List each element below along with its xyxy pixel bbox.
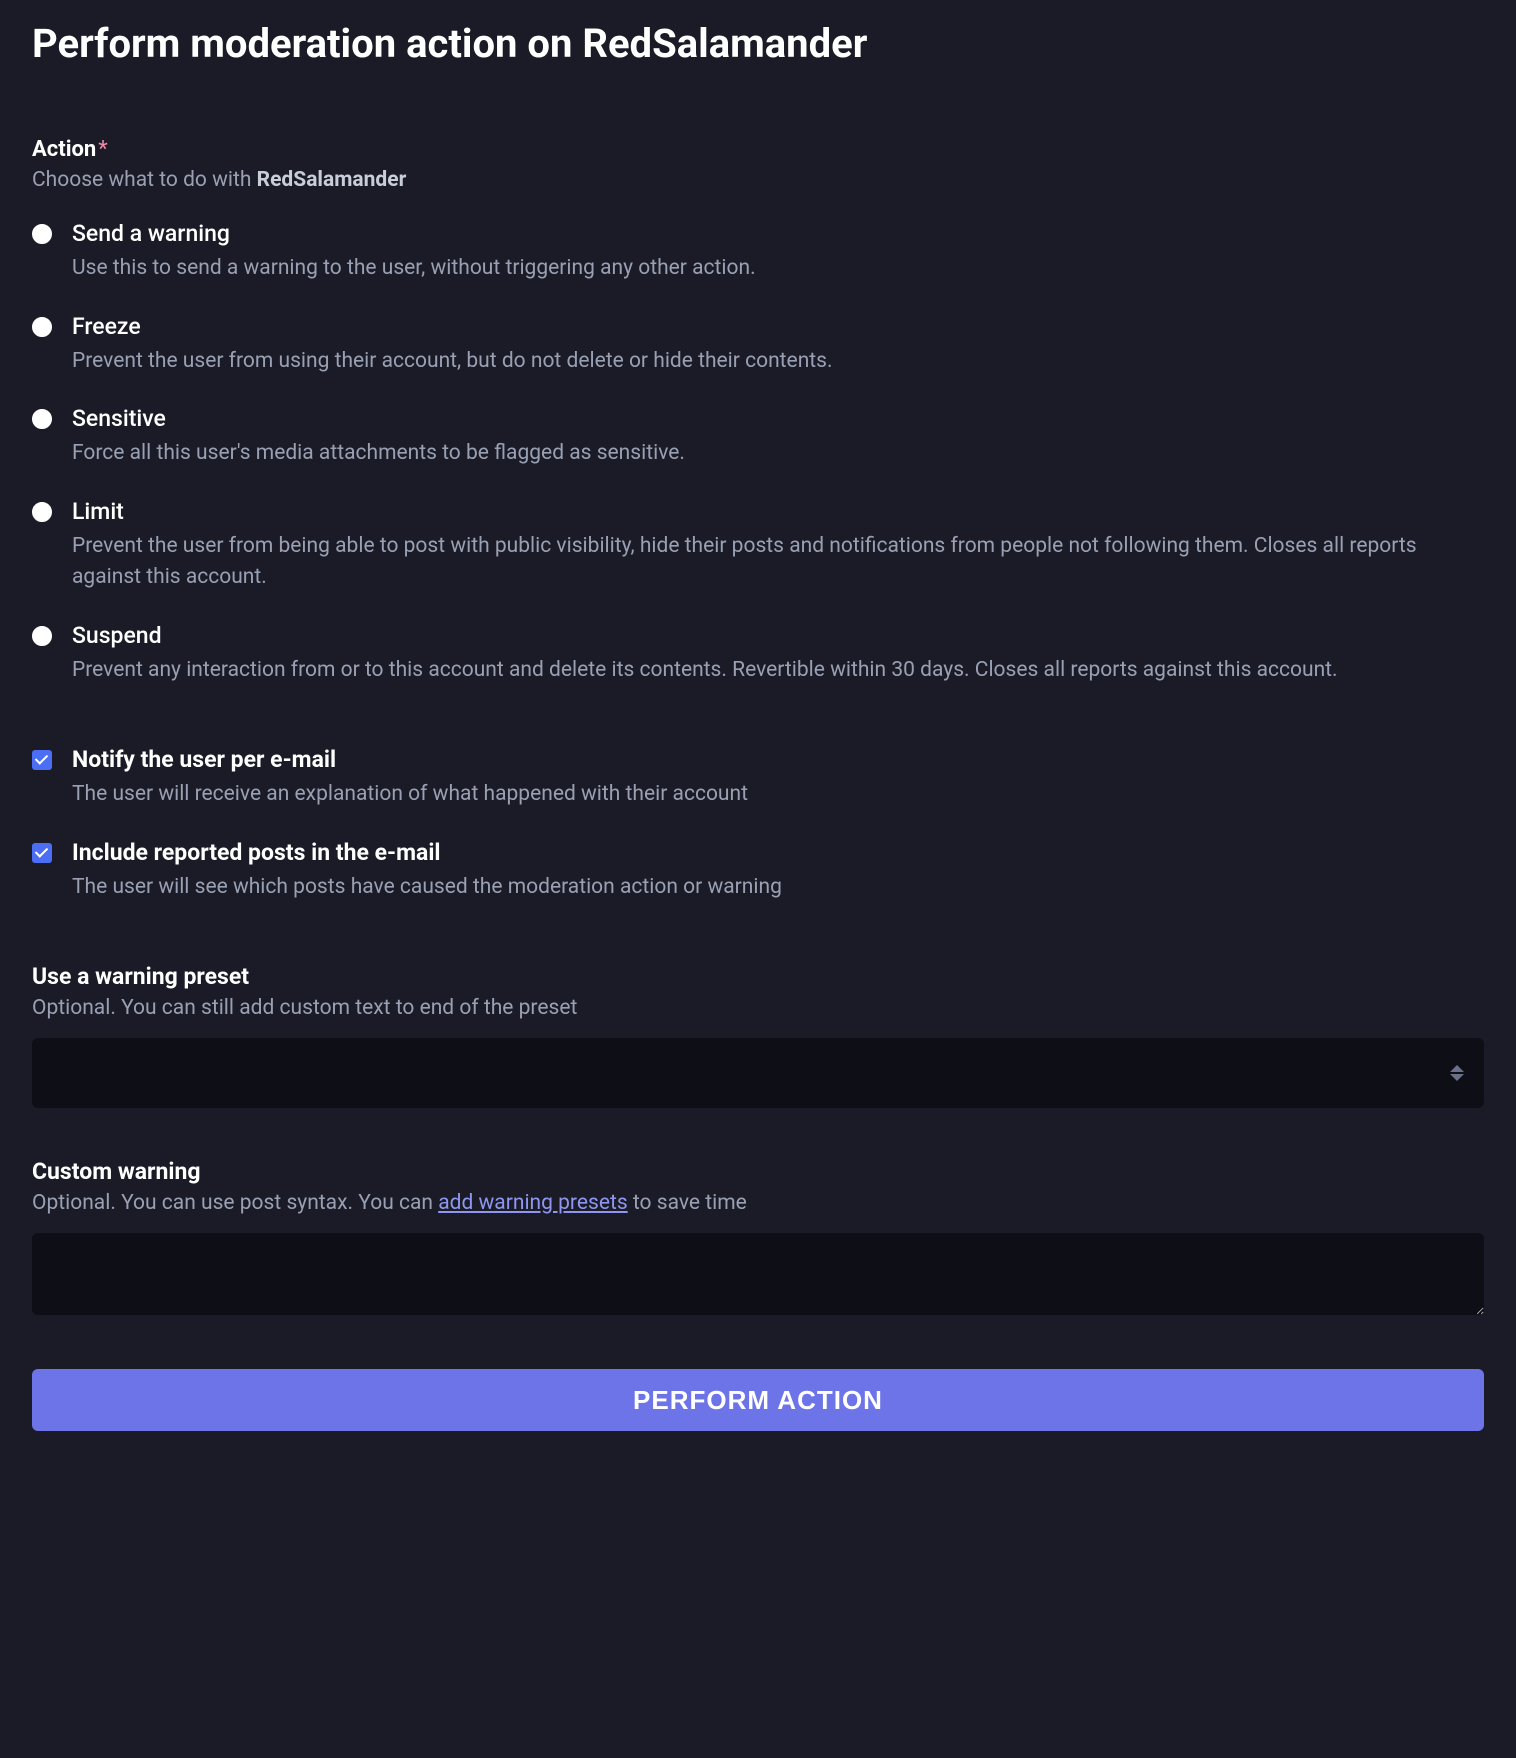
option-description: Prevent any interaction from or to this … — [72, 655, 1484, 687]
option-description: Prevent the user from being able to post… — [72, 531, 1484, 594]
custom-label: Custom warning — [32, 1158, 1484, 1185]
checkbox-include-posts[interactable]: Include reported posts in the e-mail The… — [32, 839, 1484, 904]
preset-select[interactable] — [32, 1038, 1484, 1108]
checkbox-input-notify[interactable] — [32, 750, 52, 770]
option-title: Sensitive — [72, 405, 1484, 432]
custom-hint-before: Optional. You can use post syntax. You c… — [32, 1191, 438, 1215]
radio-input-freeze[interactable] — [32, 317, 52, 337]
action-hint-username: RedSalamander — [257, 168, 407, 192]
option-title: Suspend — [72, 622, 1484, 649]
option-content: Limit Prevent the user from being able t… — [72, 498, 1484, 594]
preset-select-wrapper — [32, 1038, 1484, 1108]
option-content: Send a warning Use this to send a warnin… — [72, 220, 1484, 285]
action-label: Action — [32, 137, 96, 162]
option-content: Suspend Prevent any interaction from or … — [72, 622, 1484, 687]
checkbox-notify-email[interactable]: Notify the user per e-mail The user will… — [32, 746, 1484, 811]
custom-hint: Optional. You can use post syntax. You c… — [32, 1191, 1484, 1215]
radio-input-limit[interactable] — [32, 502, 52, 522]
option-title: Send a warning — [72, 220, 1484, 247]
radio-option-send-warning[interactable]: Send a warning Use this to send a warnin… — [32, 220, 1484, 285]
checkbox-input-include[interactable] — [32, 843, 52, 863]
radio-option-limit[interactable]: Limit Prevent the user from being able t… — [32, 498, 1484, 594]
option-title: Limit — [72, 498, 1484, 525]
radio-option-freeze[interactable]: Freeze Prevent the user from using their… — [32, 313, 1484, 378]
option-content: Include reported posts in the e-mail The… — [72, 839, 1484, 904]
perform-action-button[interactable]: Perform Action — [32, 1369, 1484, 1431]
option-content: Notify the user per e-mail The user will… — [72, 746, 1484, 811]
option-description: Force all this user's media attachments … — [72, 438, 1484, 470]
custom-section: Custom warning Optional. You can use pos… — [32, 1158, 1484, 1319]
radio-input-suspend[interactable] — [32, 626, 52, 646]
option-title: Freeze — [72, 313, 1484, 340]
action-hint-prefix: Choose what to do with — [32, 168, 257, 192]
required-asterisk: * — [98, 137, 107, 162]
action-label-row: Action* — [32, 137, 1484, 162]
option-content: Sensitive Force all this user's media at… — [72, 405, 1484, 470]
radio-input-sensitive[interactable] — [32, 409, 52, 429]
radio-input-send-warning[interactable] — [32, 224, 52, 244]
preset-hint: Optional. You can still add custom text … — [32, 996, 1484, 1020]
radio-option-sensitive[interactable]: Sensitive Force all this user's media at… — [32, 405, 1484, 470]
option-description: Prevent the user from using their accoun… — [72, 346, 1484, 378]
preset-label: Use a warning preset — [32, 963, 1484, 990]
add-presets-link[interactable]: add warning presets — [438, 1191, 627, 1215]
page-title: Perform moderation action on RedSalamand… — [32, 20, 1484, 67]
action-hint: Choose what to do with RedSalamander — [32, 168, 1484, 192]
checkbox-description: The user will receive an explanation of … — [72, 779, 1484, 811]
custom-warning-textarea[interactable] — [32, 1233, 1484, 1315]
preset-section: Use a warning preset Optional. You can s… — [32, 963, 1484, 1108]
action-field-group: Action* Choose what to do with RedSalama… — [32, 137, 1484, 686]
checkbox-group: Notify the user per e-mail The user will… — [32, 746, 1484, 903]
checkbox-title: Notify the user per e-mail — [72, 746, 1484, 773]
option-description: Use this to send a warning to the user, … — [72, 253, 1484, 285]
radio-option-suspend[interactable]: Suspend Prevent any interaction from or … — [32, 622, 1484, 687]
option-content: Freeze Prevent the user from using their… — [72, 313, 1484, 378]
checkbox-title: Include reported posts in the e-mail — [72, 839, 1484, 866]
custom-hint-after: to save time — [628, 1191, 747, 1215]
checkbox-description: The user will see which posts have cause… — [72, 872, 1484, 904]
